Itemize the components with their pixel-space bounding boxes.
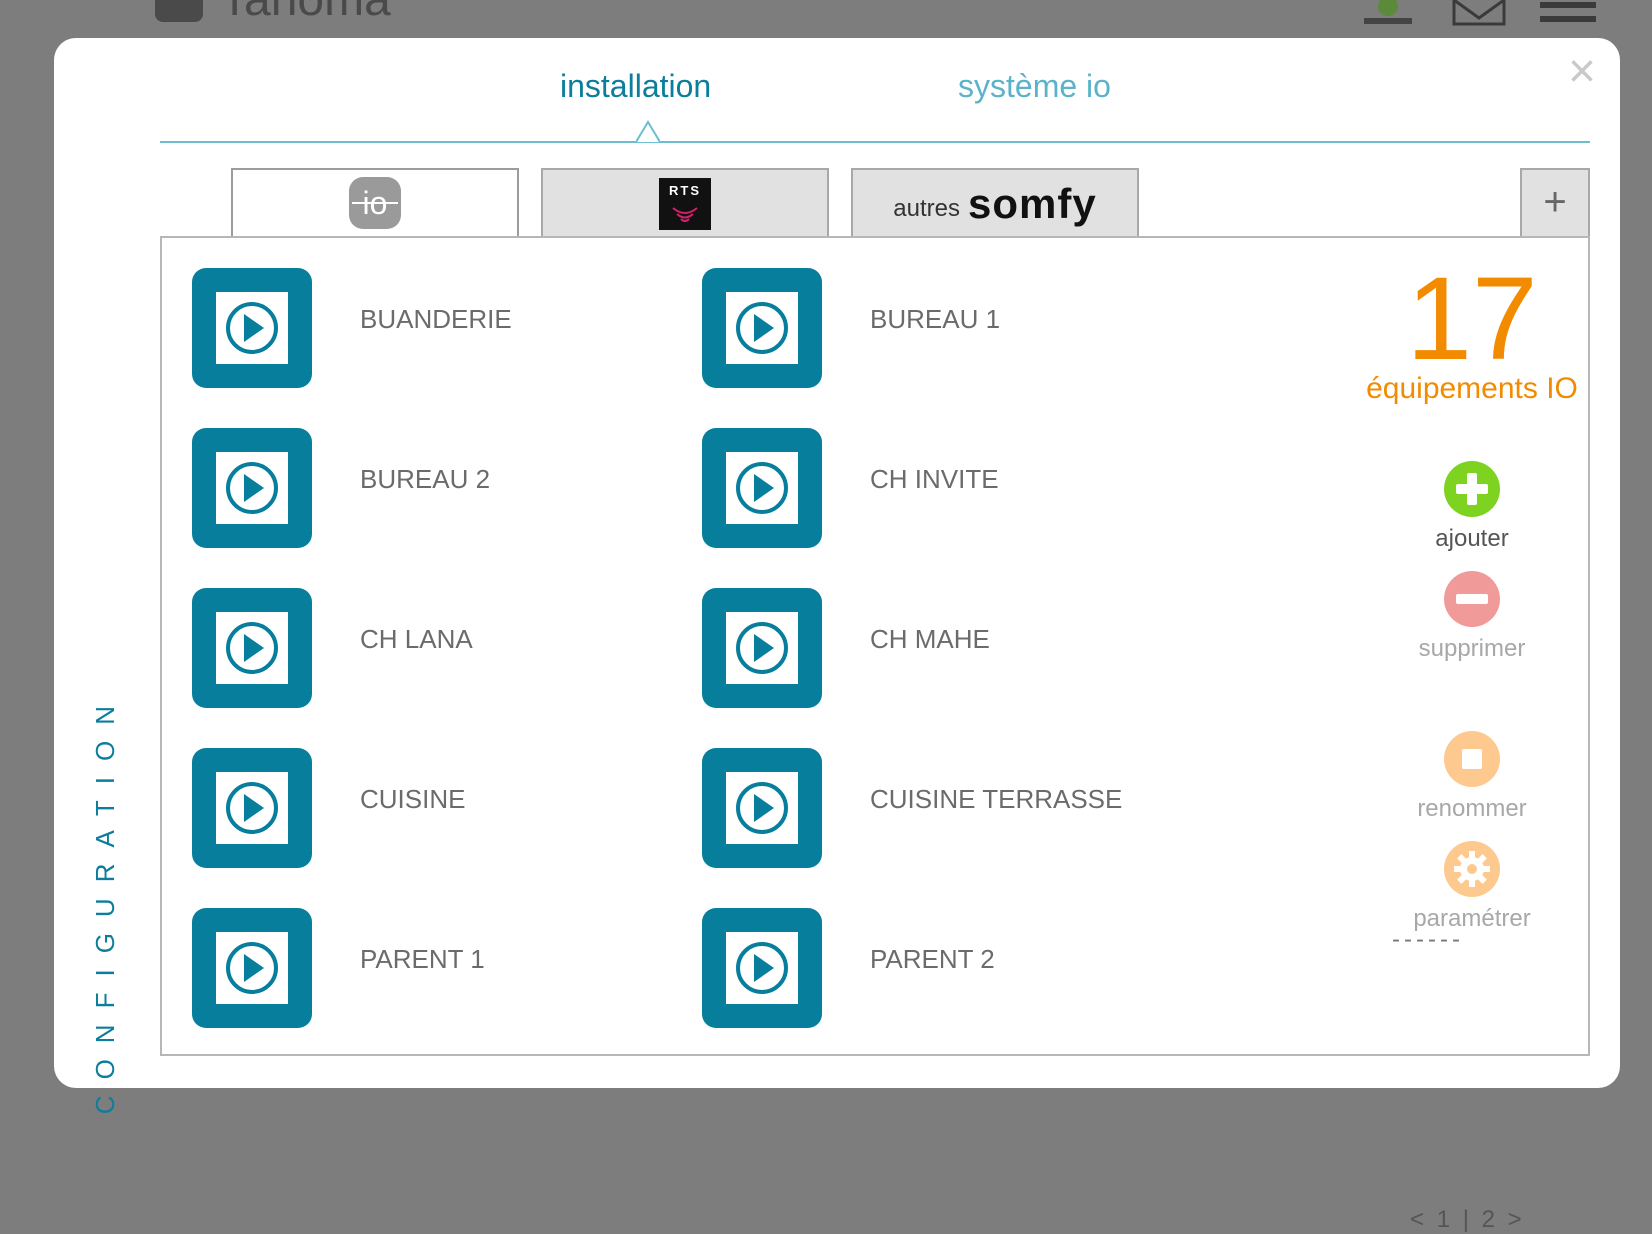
device-label: BUREAU 2 (360, 464, 491, 494)
remove-device-button[interactable]: supprimer (1372, 570, 1572, 663)
device-count: 17 équipements IO (1312, 260, 1632, 406)
device-label: CH LANA (360, 624, 473, 654)
prev-page-button[interactable]: < (1410, 1206, 1424, 1233)
device-item[interactable]: CH LANA (192, 588, 672, 712)
device-item[interactable]: CUISINE TERRASSE (702, 748, 1182, 872)
page-2-link[interactable]: 2 (1482, 1206, 1495, 1233)
category-tab-somfy[interactable]: autres somfy (851, 168, 1139, 238)
add-label: ajouter (1435, 525, 1509, 552)
side-label: CONFIGURATION (90, 690, 120, 1115)
svg-text:RTS: RTS (669, 183, 701, 198)
io-logo-icon: io (349, 177, 401, 229)
network-icon (1364, 0, 1412, 24)
device-play-icon (192, 268, 312, 388)
device-play-icon (702, 588, 822, 708)
app-logo-icon (155, 0, 203, 22)
rename-device-button[interactable]: renommer (1372, 730, 1572, 823)
device-item[interactable]: BUREAU 1 (702, 268, 1182, 392)
tab-underline (160, 141, 1590, 143)
add-device-button[interactable]: ajouter (1372, 460, 1572, 553)
next-page-button[interactable]: > (1508, 1206, 1522, 1233)
configure-label: paramétrer (1413, 905, 1531, 932)
device-label: CUISINE TERRASSE (870, 784, 1123, 814)
device-play-icon (192, 588, 312, 708)
rename-label: renommer (1417, 795, 1527, 822)
configure-device-button[interactable]: paramétrer (1372, 840, 1572, 933)
device-label: BUANDERIE (360, 304, 512, 334)
device-play-icon (192, 908, 312, 1028)
add-icon (1444, 461, 1500, 517)
add-category-button[interactable]: + (1520, 168, 1590, 238)
device-play-icon (702, 748, 822, 868)
device-item[interactable]: PARENT 1 (192, 908, 672, 1032)
close-icon[interactable]: × (1562, 48, 1602, 96)
settings-icon (1444, 841, 1500, 897)
tab-systeme-io[interactable]: système io (958, 68, 1111, 105)
device-item[interactable]: PARENT 2 (702, 908, 1182, 1032)
category-tab-rts[interactable]: RTS (541, 168, 829, 238)
rts-logo-icon: RTS (659, 178, 711, 230)
device-label: CH INVITE (870, 464, 999, 494)
active-tab-caret (636, 120, 660, 143)
mail-icon (1452, 0, 1506, 26)
somfy-logo-icon: somfy (968, 180, 1097, 227)
rename-icon (1444, 731, 1500, 787)
tab-installation[interactable]: installation (560, 68, 711, 105)
device-item[interactable]: BUANDERIE (192, 268, 672, 392)
device-label: PARENT 2 (870, 944, 995, 974)
device-label: CH MAHE (870, 624, 990, 654)
pagination: < 1 | 2 > (1410, 1206, 1522, 1234)
device-count-label: équipements IO (1366, 372, 1578, 405)
category-tab-io[interactable]: io (231, 168, 519, 238)
device-item[interactable]: BUREAU 2 (192, 428, 672, 552)
device-play-icon (702, 268, 822, 388)
remove-label: supprimer (1418, 635, 1526, 662)
device-item[interactable]: CH INVITE (702, 428, 1182, 552)
device-play-icon (702, 428, 822, 548)
device-label: CUISINE (360, 784, 466, 814)
app-logo-text: Tahoma (220, 0, 391, 27)
device-panel: BUANDERIE BUREAU 1 BUREAU 2 CH INVITE CH LAN… (160, 236, 1590, 1233)
menu-icon (1540, 2, 1596, 30)
remove-icon (1444, 571, 1500, 627)
device-label: BUREAU 1 (870, 304, 1001, 334)
page-1-link[interactable]: 1 (1437, 1206, 1450, 1233)
device-item[interactable]: CUISINE (192, 748, 672, 872)
device-label: PARENT 1 (360, 944, 485, 974)
svg-text:io: io (363, 185, 388, 221)
device-item[interactable]: CH MAHE (702, 588, 1182, 712)
device-count-number: 17 (1406, 253, 1538, 385)
device-play-icon (702, 908, 822, 1028)
device-play-icon (192, 428, 312, 548)
device-play-icon (192, 748, 312, 868)
configuration-modal: × CONFIGURATION installation système io … (54, 38, 1620, 1233)
somfy-prefix: autres (893, 195, 960, 222)
background-header: Tahoma (0, 0, 1652, 40)
page-separator: | (1462, 1206, 1469, 1233)
